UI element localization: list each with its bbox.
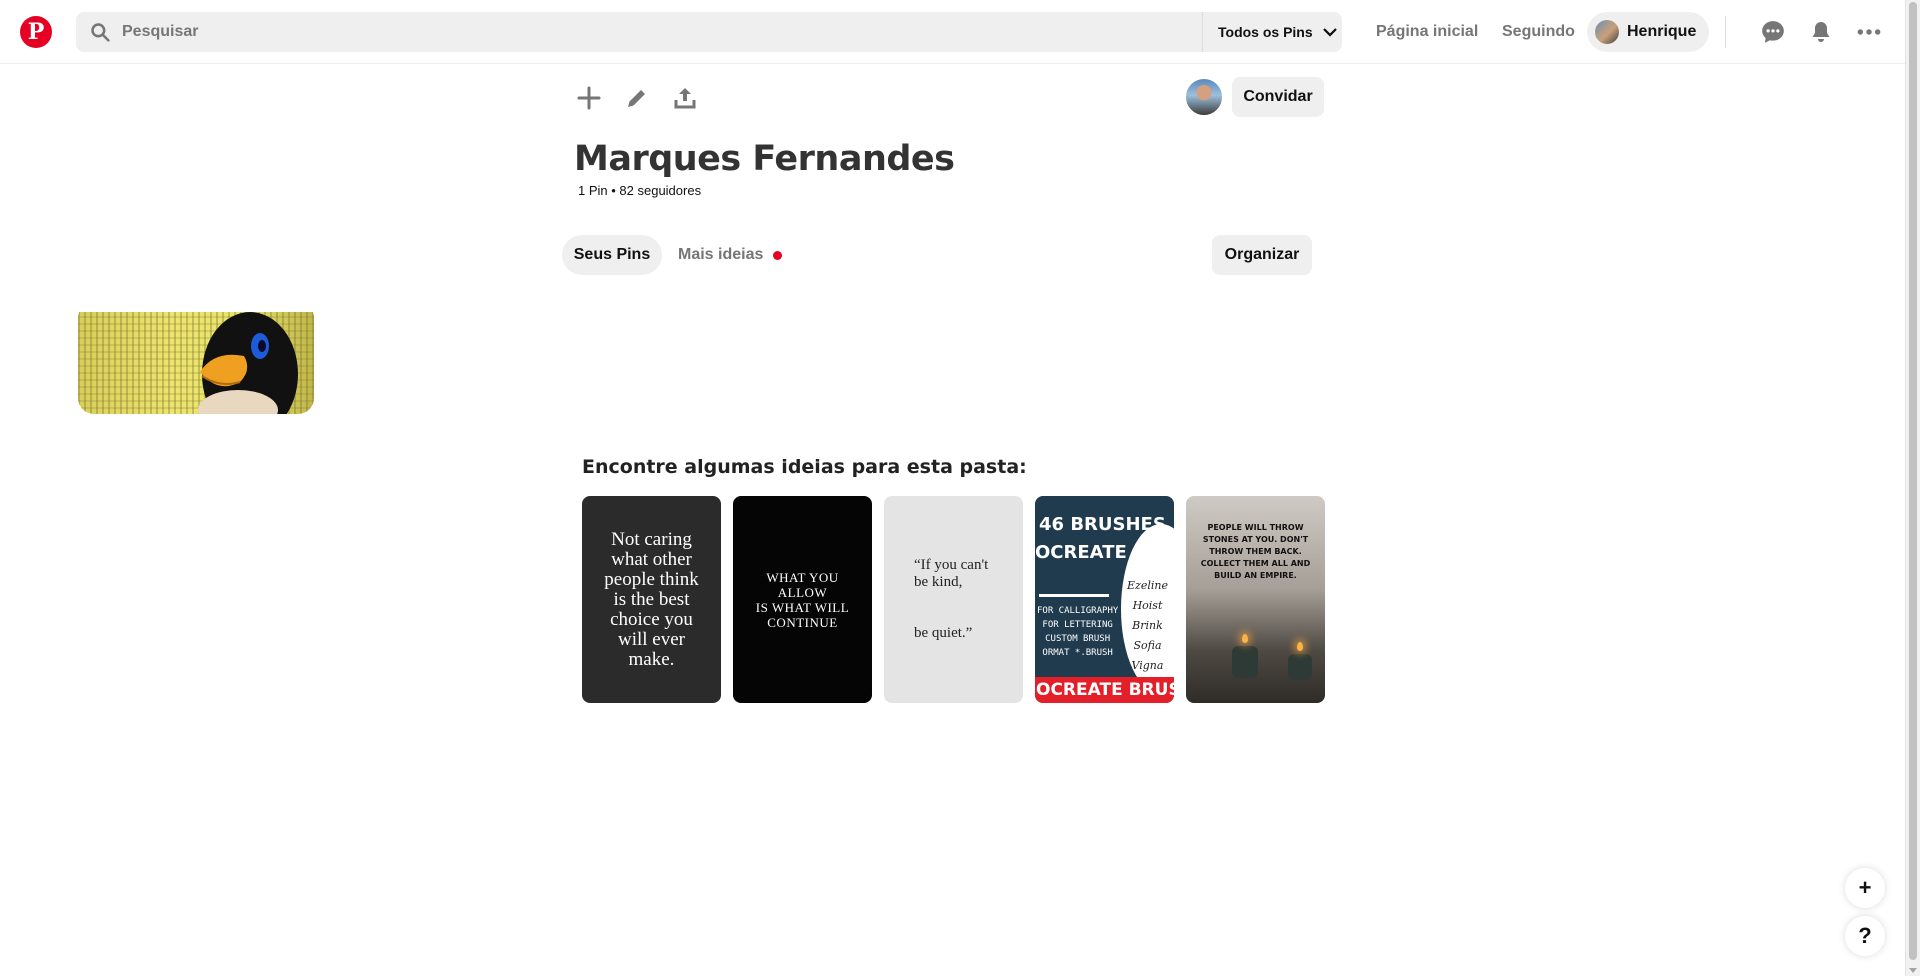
idea-card-script-samples: Ezeline Hoist Brink Sofia Vigna (1127, 579, 1168, 672)
search-divider (1202, 12, 1203, 52)
candle-flame (1242, 634, 1248, 643)
tab-more-ideas[interactable]: Mais ideias (678, 235, 783, 275)
search-scope-label: Todos os Pins (1218, 24, 1313, 40)
idea-card[interactable]: WHAT YOU ALLOW IS WHAT WILL CONTINUE (733, 496, 872, 703)
top-navigation-bar: P Todos os Pins Página inicial Seguindo … (0, 0, 1905, 64)
search-icon (91, 23, 110, 42)
idea-card[interactable]: “If you can't be kind, be quiet.” (884, 496, 1023, 703)
idea-card-footer: OCREATE BRUSH (1035, 677, 1174, 703)
idea-card[interactable]: PEOPLE WILL THROW STONES AT YOU. DON'T T… (1186, 496, 1325, 703)
idea-card-divider (1039, 594, 1109, 597)
user-name: Henrique (1627, 23, 1697, 40)
candle-image (1232, 646, 1258, 678)
pin-image (78, 312, 314, 414)
user-profile-button[interactable]: Henrique (1587, 12, 1709, 52)
share-upload-icon[interactable] (671, 84, 699, 112)
tab-more-ideas-label: Mais ideias (678, 246, 764, 263)
scroll-down-arrow-icon[interactable] (1909, 968, 1917, 973)
ideas-section-title: Encontre algumas ideias para esta pasta: (582, 456, 1027, 478)
search-input[interactable] (122, 12, 1122, 52)
scrollbar[interactable] (1905, 0, 1920, 976)
user-avatar (1595, 20, 1619, 44)
idea-card[interactable]: Not caring what other people think is th… (582, 496, 721, 703)
add-icon[interactable] (575, 84, 603, 112)
idea-card-text: “If you can't be kind, be quiet.” (914, 557, 989, 641)
organize-button[interactable]: Organizar (1212, 235, 1312, 275)
idea-card[interactable]: 46 BRUSHES OCREATE FOR CALLIGRAPHY FOR L… (1035, 496, 1174, 703)
notifications-bell-icon[interactable] (1808, 19, 1834, 45)
scrollbar-thumb[interactable] (1909, 2, 1917, 960)
pin-card[interactable] (78, 302, 314, 414)
more-options-icon[interactable] (1856, 19, 1882, 45)
tab-your-pins[interactable]: Seus Pins (562, 235, 662, 275)
board-owner-avatar[interactable] (1184, 77, 1224, 117)
floating-add-button[interactable]: + (1845, 868, 1885, 908)
search-scope-dropdown[interactable]: Todos os Pins (1206, 12, 1342, 52)
messages-icon[interactable] (1760, 19, 1786, 45)
nav-following-link[interactable]: Seguindo (1502, 12, 1575, 52)
invite-button[interactable]: Convidar (1232, 77, 1324, 117)
idea-card-text: Not caring what other people think is th… (604, 528, 699, 670)
idea-card-heading: OCREATE (1035, 542, 1127, 563)
help-button[interactable]: ? (1845, 916, 1885, 956)
edit-pencil-icon[interactable] (623, 84, 651, 112)
candle-image (1288, 654, 1312, 680)
pinterest-logo-icon[interactable]: P (20, 16, 52, 48)
idea-card-subtitle: FOR CALLIGRAPHY FOR LETTERING CUSTOM BRU… (1037, 606, 1119, 658)
board-title: Marques Fernandes (574, 139, 955, 179)
idea-card-text: WHAT YOU ALLOW IS WHAT WILL CONTINUE (755, 569, 850, 630)
nav-divider (1725, 16, 1726, 48)
candle-flame (1297, 642, 1303, 651)
search-bar: Todos os Pins (76, 12, 1342, 52)
tux-penguin-image (198, 312, 298, 414)
chevron-down-icon (1322, 28, 1337, 37)
notification-dot (773, 250, 783, 260)
nav-home-link[interactable]: Página inicial (1376, 12, 1478, 52)
idea-card-text: PEOPLE WILL THROW STONES AT YOU. DON'T T… (1200, 523, 1311, 580)
board-stats: 1 Pin • 82 seguidores (578, 183, 702, 198)
